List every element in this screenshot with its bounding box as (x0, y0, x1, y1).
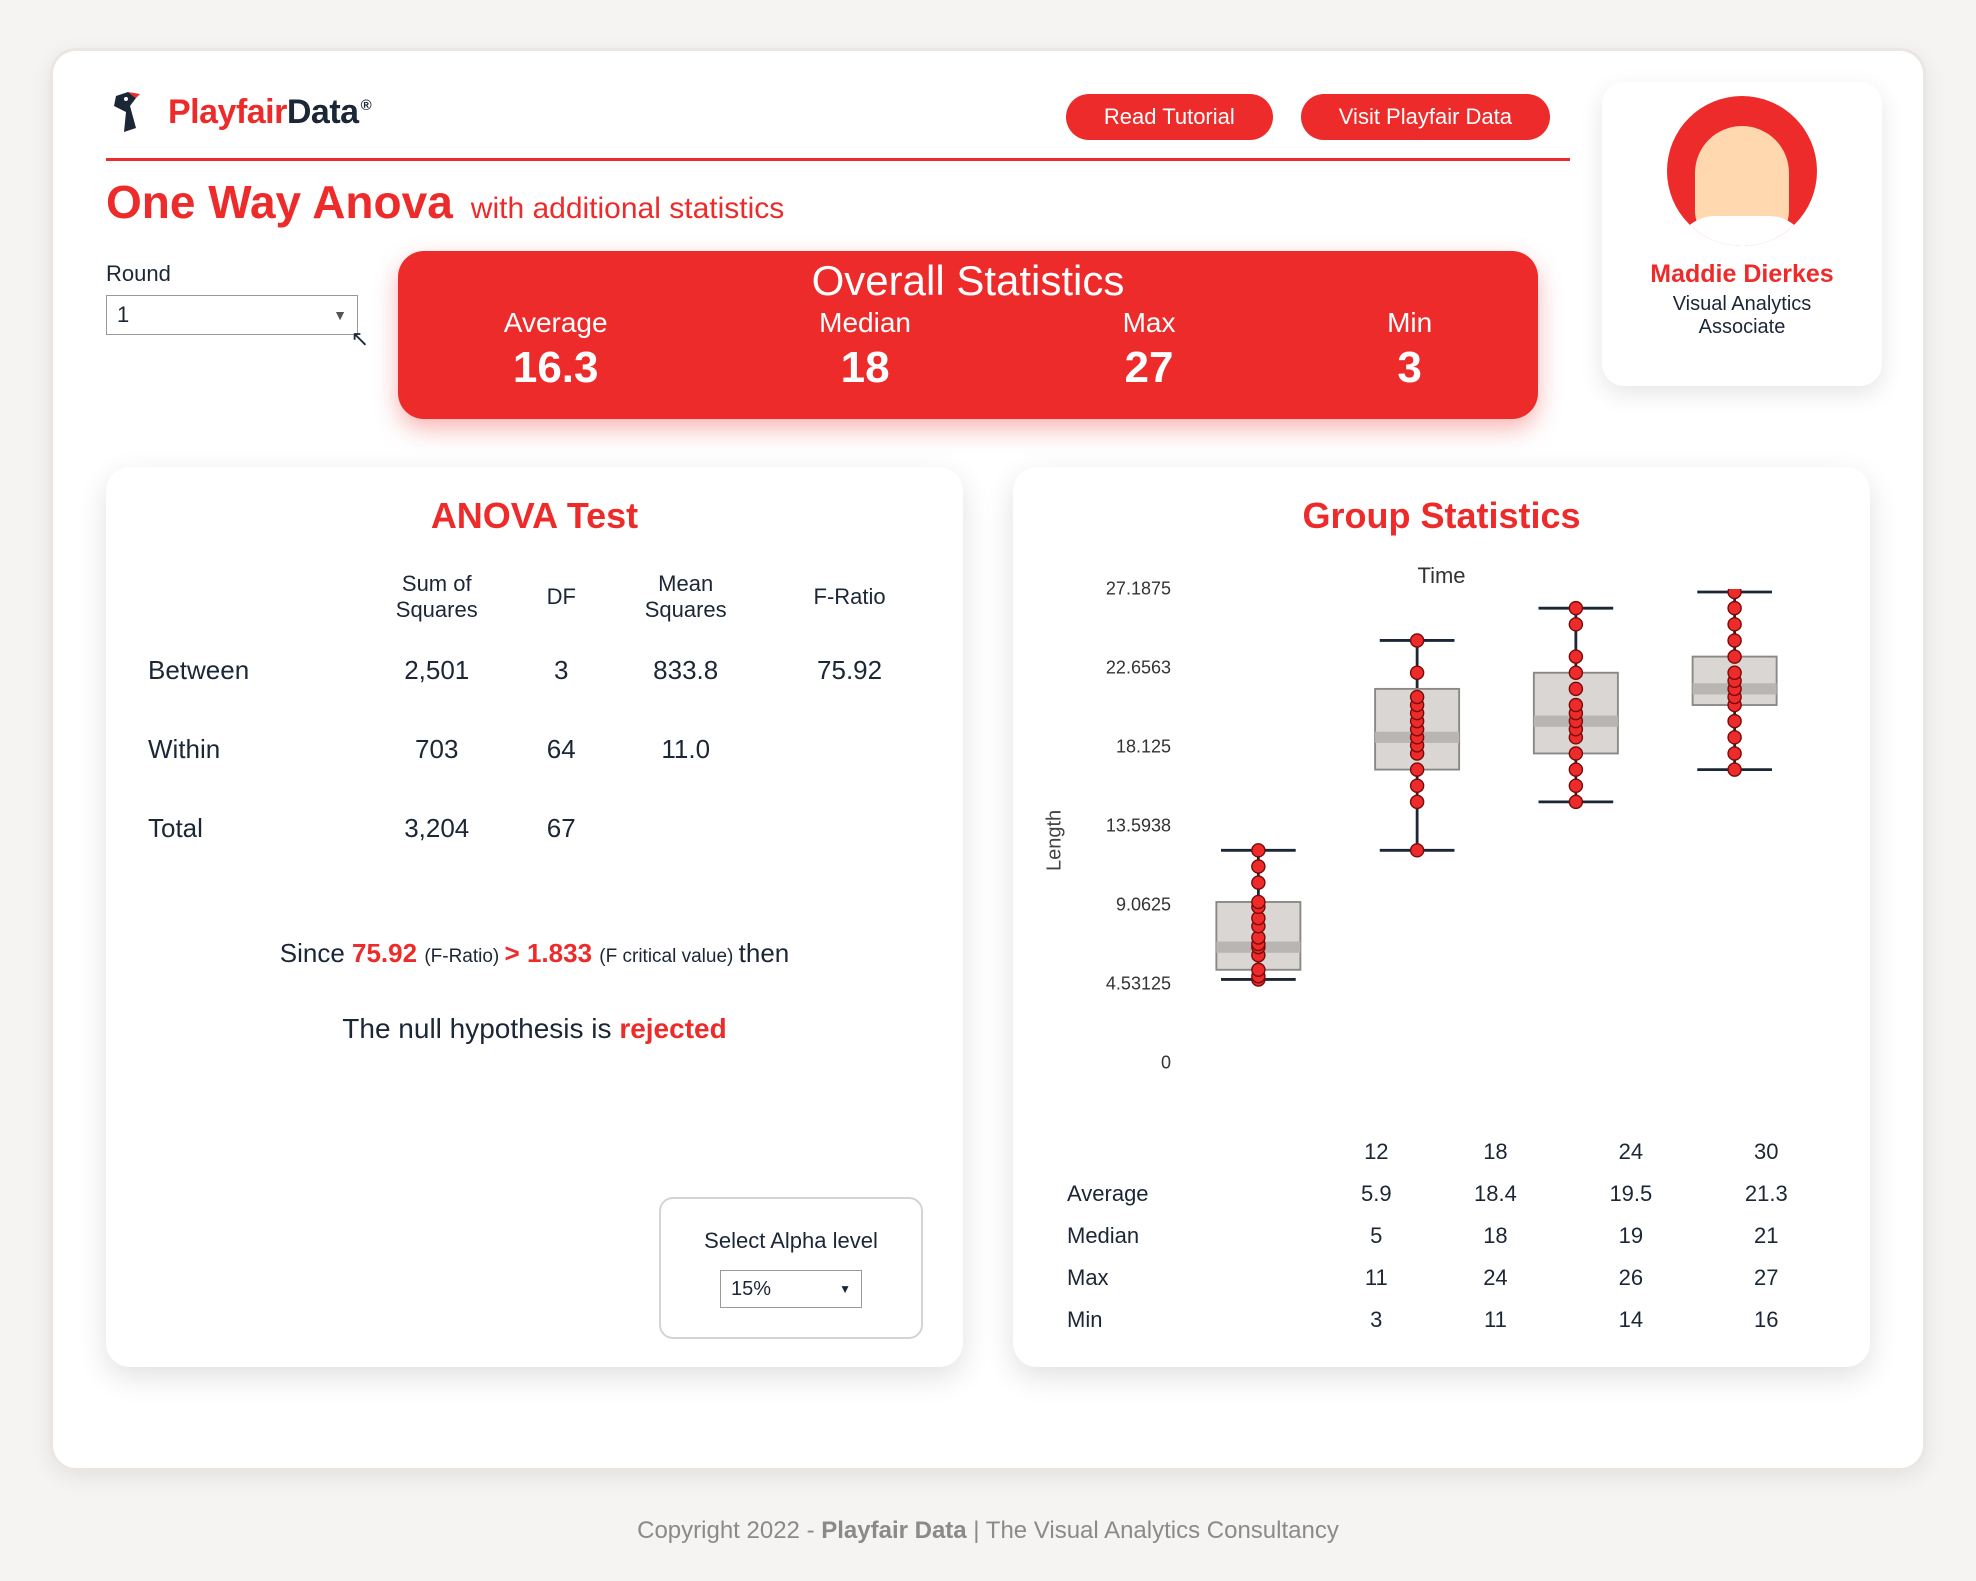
y-tick: 27.1875 (1106, 579, 1171, 600)
y-tick: 18.125 (1116, 736, 1171, 757)
round-label: Round (106, 261, 358, 287)
author-role-line2: Associate (1602, 316, 1882, 339)
anova-verdict: Since 75.92 (F-Ratio) > 1.833 (F critica… (142, 938, 927, 969)
x-tick: 24 (1563, 1131, 1698, 1173)
overall-stat-average: Average16.3 (504, 307, 608, 393)
anova-card: ANOVA Test Sum ofSquaresDFMeanSquaresF-R… (106, 467, 963, 1367)
x-tick: 30 (1699, 1131, 1834, 1173)
overall-stat-max: Max27 (1123, 307, 1176, 393)
page-subtitle: with additional statistics (471, 192, 784, 226)
visit-playfair-button[interactable]: Visit Playfair Data (1301, 94, 1550, 140)
anova-hypothesis: The null hypothesis is rejected (142, 1013, 927, 1045)
table-row: Between2,5013833.875.92 (142, 631, 927, 710)
group-stats-title: Group Statistics (1049, 495, 1834, 537)
alpha-box: Select Alpha level 15% ▼ (659, 1197, 923, 1339)
table-row: Within7036411.0 (142, 710, 927, 789)
alpha-select-value: 15% (731, 1278, 771, 1301)
chart-y-label: Length (1044, 810, 1067, 871)
boxplot-chart: Time Length 27.187522.656318.12513.59389… (1049, 563, 1834, 1123)
author-role-line1: Visual Analytics (1602, 293, 1882, 316)
overall-stat-min: Min3 (1387, 307, 1432, 393)
header: PlayfairData® Read Tutorial Visit Playfa… (106, 88, 1870, 229)
alpha-label: Select Alpha level (704, 1228, 878, 1254)
overall-stats-strip: Overall Statistics Average16.3 Median18 Ma… (398, 251, 1538, 419)
table-row: Min3111416 (1049, 1299, 1834, 1341)
group-stats-table: 12182430 Average5.918.419.521.3Median518… (1049, 1131, 1834, 1341)
page-title: One Way Anova (106, 175, 453, 229)
author-name: Maddie Dierkes (1602, 260, 1882, 289)
avatar (1667, 96, 1817, 246)
y-tick: 9.0625 (1116, 894, 1171, 915)
author-card: Maddie Dierkes Visual Analytics Associat… (1602, 82, 1882, 386)
y-tick: 4.53125 (1106, 974, 1171, 995)
table-row: Average5.918.419.521.3 (1049, 1173, 1834, 1215)
round-select-value: 1 (117, 302, 129, 328)
alpha-select[interactable]: 15% ▼ (720, 1270, 862, 1308)
x-tick: 18 (1428, 1131, 1563, 1173)
bird-icon (106, 88, 154, 136)
table-row: Total3,20467 (142, 789, 927, 868)
table-row: Median5181921 (1049, 1215, 1834, 1257)
chevron-down-icon: ▼ (839, 1282, 851, 1296)
table-row: Max11242627 (1049, 1257, 1834, 1299)
group-stats-card: Group Statistics Time Length 27.187522.6… (1013, 467, 1870, 1367)
anova-table: Sum ofSquaresDFMeanSquaresF-Ratio Betwee… (142, 563, 927, 868)
footer: Copyright 2022 - Playfair Data | The Vis… (0, 1517, 1976, 1545)
y-tick: 13.5938 (1106, 816, 1171, 837)
chevron-down-icon: ▼ (333, 307, 347, 323)
y-tick: 0 (1161, 1053, 1171, 1074)
anova-title: ANOVA Test (142, 495, 927, 537)
x-tick: 12 (1325, 1131, 1428, 1173)
read-tutorial-button[interactable]: Read Tutorial (1066, 94, 1273, 140)
boxplot-svg (1179, 589, 1814, 1028)
overall-stat-median: Median18 (819, 307, 911, 393)
cursor-icon: ↖ (351, 326, 369, 352)
header-divider (106, 158, 1570, 161)
y-tick: 22.6563 (1106, 657, 1171, 678)
brand-text: PlayfairData® (168, 93, 371, 132)
overall-stats-title: Overall Statistics (812, 257, 1125, 305)
round-select[interactable]: 1 ▼ ↖ (106, 295, 358, 335)
